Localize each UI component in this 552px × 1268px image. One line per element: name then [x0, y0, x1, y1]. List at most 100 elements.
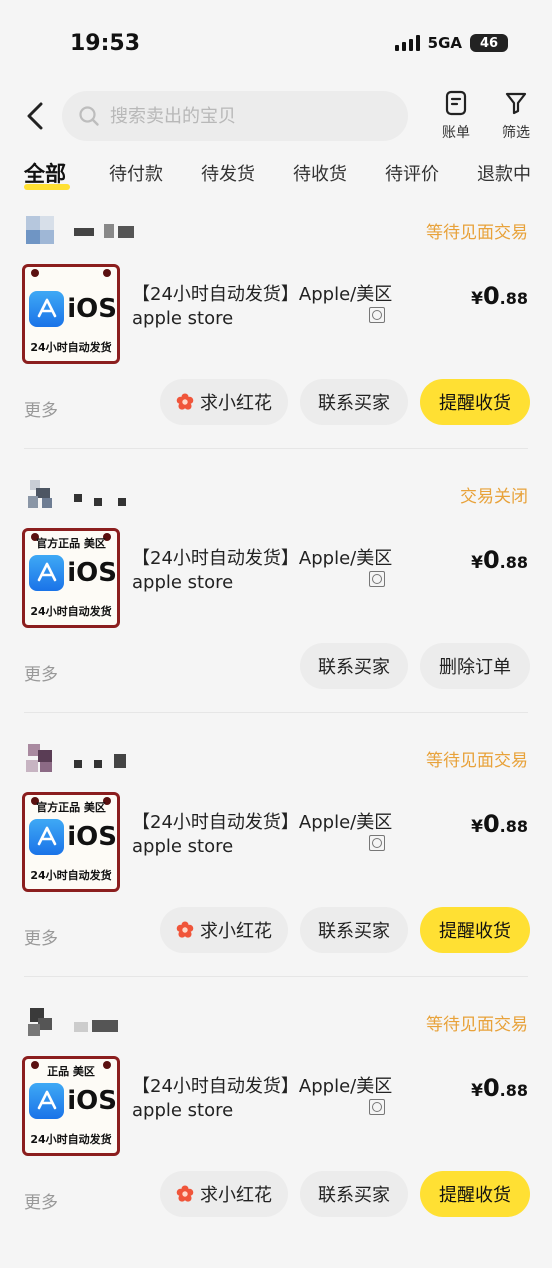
- product-thumbnail[interactable]: 正品 美区 iOS 24小时自动发货: [22, 1056, 120, 1156]
- tab-refunding[interactable]: 退款中: [477, 160, 531, 186]
- delete-order-button[interactable]: 删除订单: [420, 643, 530, 689]
- thumb-ios-text: iOS: [67, 822, 117, 852]
- more-link[interactable]: 更多: [24, 924, 58, 949]
- battery-icon: 46: [470, 34, 508, 52]
- thumb-bottom-text: 24小时自动发货: [30, 341, 112, 354]
- price-integer: 0: [482, 282, 500, 310]
- thumb-ios-text: iOS: [67, 294, 117, 324]
- item-title[interactable]: 【24小时自动发货】Apple/美区: [132, 1072, 392, 1098]
- remind-receipt-button[interactable]: 提醒收货: [420, 1171, 530, 1217]
- item-title[interactable]: 【24小时自动发货】Apple/美区: [132, 544, 392, 570]
- status-time: 19:53: [70, 31, 141, 56]
- app-store-icon: [29, 291, 65, 327]
- thumb-top-text: 正品 美区: [47, 1065, 95, 1078]
- thumb-bottom-text: 24小时自动发货: [30, 1133, 112, 1146]
- flower-icon: [176, 1185, 194, 1202]
- item-price: ¥0.88: [471, 282, 528, 310]
- item-title[interactable]: 【24小时自动发货】Apple/美区: [132, 280, 392, 306]
- contact-buyer-button[interactable]: 联系买家: [300, 379, 408, 425]
- price-currency: ¥: [471, 817, 483, 837]
- item-price: ¥0.88: [471, 546, 528, 574]
- divider: [24, 712, 528, 713]
- contact-buyer-button[interactable]: 联系买家: [300, 1171, 408, 1217]
- app-store-icon: [29, 819, 65, 855]
- app-store-icon: [29, 1083, 65, 1119]
- back-button[interactable]: [18, 98, 54, 134]
- signal-icon: [394, 35, 420, 51]
- divider: [24, 448, 528, 449]
- order-status: 等待见面交易: [426, 1015, 528, 1035]
- more-link[interactable]: 更多: [24, 396, 58, 421]
- item-title[interactable]: 【24小时自动发货】Apple/美区: [132, 808, 392, 834]
- search-input[interactable]: [108, 104, 392, 128]
- buyer-name-blurred: [74, 222, 138, 240]
- price-decimal: .88: [499, 553, 528, 572]
- tab-pending-receipt[interactable]: 待收货: [293, 160, 347, 186]
- tab-pending-review[interactable]: 待评价: [385, 160, 439, 186]
- remind-receipt-button[interactable]: 提醒收货: [420, 379, 530, 425]
- ask-flower-label: 求小红花: [200, 921, 272, 942]
- bill-button[interactable]: 账单: [434, 90, 478, 142]
- chevron-left-icon: [27, 102, 43, 130]
- ask-flower-button[interactable]: 求小红花: [160, 1171, 288, 1217]
- buyer-avatar: [26, 1008, 54, 1036]
- emoji-icon: [369, 307, 385, 323]
- thumb-ios-text: iOS: [67, 1086, 117, 1116]
- item-subtitle: apple store: [132, 836, 234, 857]
- contact-buyer-button[interactable]: 联系买家: [300, 643, 408, 689]
- buyer-name-blurred: [74, 1014, 138, 1032]
- status-indicators: 5GA 46: [394, 34, 508, 52]
- thumb-top-text: 官方正品 美区: [36, 537, 106, 550]
- contact-buyer-button[interactable]: 联系买家: [300, 907, 408, 953]
- buyer-name-blurred: [74, 486, 138, 506]
- buyer-name-blurred: [74, 750, 138, 768]
- buyer-avatar: [26, 216, 54, 244]
- price-integer: 0: [482, 810, 500, 838]
- price-decimal: .88: [499, 1081, 528, 1100]
- product-thumbnail[interactable]: iOS 24小时自动发货: [22, 264, 120, 364]
- remind-receipt-button[interactable]: 提醒收货: [420, 907, 530, 953]
- ask-flower-button[interactable]: 求小红花: [160, 907, 288, 953]
- order-tabs: 全部 待付款 待发货 待收货 待评价 退款中: [0, 150, 552, 196]
- divider: [24, 976, 528, 977]
- item-subtitle: apple store: [132, 1100, 234, 1121]
- order-card[interactable]: 交易关闭 官方正品 美区 iOS 24小时自动发货 【24小时自动发货】Appl…: [0, 476, 552, 740]
- flower-icon: [176, 393, 194, 410]
- ask-flower-label: 求小红花: [200, 1185, 272, 1206]
- network-label: 5GA: [427, 34, 462, 52]
- more-link[interactable]: 更多: [24, 660, 58, 685]
- thumb-bottom-text: 24小时自动发货: [30, 869, 112, 882]
- item-subtitle: apple store: [132, 308, 234, 329]
- tab-pending-payment[interactable]: 待付款: [109, 160, 163, 186]
- filter-button[interactable]: 筛选: [494, 90, 538, 142]
- item-price: ¥0.88: [471, 810, 528, 838]
- emoji-icon: [369, 1099, 385, 1115]
- thumb-top-text: 官方正品 美区: [36, 801, 106, 814]
- buyer-avatar: [26, 480, 54, 508]
- price-integer: 0: [482, 1074, 500, 1102]
- product-thumbnail[interactable]: 官方正品 美区 iOS 24小时自动发货: [22, 792, 120, 892]
- tab-pending-shipment[interactable]: 待发货: [201, 160, 255, 186]
- filter-icon: [505, 92, 527, 115]
- buyer-avatar: [26, 744, 54, 772]
- ask-flower-button[interactable]: 求小红花: [160, 379, 288, 425]
- price-decimal: .88: [499, 289, 528, 308]
- filter-label: 筛选: [502, 125, 530, 141]
- item-price: ¥0.88: [471, 1074, 528, 1102]
- price-currency: ¥: [471, 289, 483, 309]
- product-thumbnail[interactable]: 官方正品 美区 iOS 24小时自动发货: [22, 528, 120, 628]
- more-link[interactable]: 更多: [24, 1188, 58, 1213]
- order-card[interactable]: 等待见面交易 正品 美区 iOS 24小时自动发货 【24小时自动发货】Appl…: [0, 1004, 552, 1268]
- search-box[interactable]: [62, 91, 408, 141]
- flower-icon: [176, 921, 194, 938]
- price-integer: 0: [482, 546, 500, 574]
- order-status: 交易关闭: [460, 487, 528, 507]
- top-nav: 账单 筛选: [0, 88, 552, 148]
- bill-icon: [445, 90, 467, 116]
- price-currency: ¥: [471, 553, 483, 573]
- item-subtitle: apple store: [132, 572, 234, 593]
- order-card[interactable]: 等待见面交易 官方正品 美区 iOS 24小时自动发货 【24小时自动发货】Ap…: [0, 740, 552, 1004]
- order-card[interactable]: 等待见面交易 iOS 24小时自动发货 【24小时自动发货】Apple/美区 a…: [0, 212, 552, 476]
- status-bar: 19:53 5GA 46: [0, 0, 552, 88]
- ask-flower-label: 求小红花: [200, 393, 272, 414]
